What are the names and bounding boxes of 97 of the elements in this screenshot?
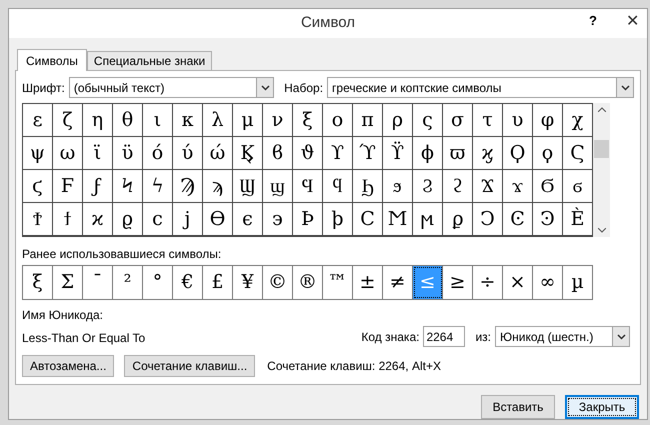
tab[interactable]: Символы	[17, 49, 87, 71]
symbol-cell[interactable]: ϗ	[473, 137, 503, 170]
symbol-cell[interactable]: Ϯ	[23, 203, 53, 236]
symbol-cell[interactable]: ϥ	[323, 170, 353, 203]
symbol-cell[interactable]: θ	[113, 104, 143, 137]
symbol-cell[interactable]: ϱ	[113, 203, 143, 236]
symbol-cell[interactable]: ϊ	[83, 137, 113, 170]
symbol-cell[interactable]: τ	[473, 104, 503, 137]
symbol-cell[interactable]: Ϥ	[293, 170, 323, 203]
symbol-cell[interactable]: ύ	[173, 137, 203, 170]
symbol-cell[interactable]: Ϙ	[503, 137, 533, 170]
symbol-cell[interactable]: ϐ	[263, 137, 293, 170]
symbol-cell[interactable]: ι	[143, 104, 173, 137]
symbol-cell[interactable]: ϵ	[233, 203, 263, 236]
symbol-cell[interactable]: ϡ	[203, 170, 233, 203]
scroll-up-icon[interactable]	[598, 107, 606, 112]
unicode-name: Less-Than Or Equal To	[22, 330, 146, 347]
from-label: из:	[475, 328, 491, 346]
tab[interactable]: Специальные знаки	[86, 51, 212, 70]
help-button[interactable]: ?	[589, 11, 597, 30]
symbol-cell[interactable]: ξ	[293, 104, 323, 137]
symbol-cell[interactable]: ϙ	[533, 137, 563, 170]
font-dropdown[interactable]: (обычный текст)	[68, 77, 274, 98]
close-button[interactable]: ✕	[626, 10, 639, 34]
symbol-cell[interactable]: Ϭ	[533, 170, 563, 203]
symbol-cell[interactable]: ρ	[383, 104, 413, 137]
symbol-cell[interactable]: Ϣ	[233, 170, 263, 203]
symbol-cell[interactable]: Ϩ	[413, 170, 443, 203]
symbol-cell[interactable]: Ϲ	[353, 203, 383, 236]
symbol-cell[interactable]: ζ	[53, 104, 83, 137]
scroll-down-icon[interactable]	[598, 228, 606, 233]
insert-button[interactable]: Вставить	[481, 395, 555, 419]
symbol-cell[interactable]: ϰ	[83, 203, 113, 236]
dialog-button[interactable]: Сочетание клавиш...	[124, 355, 256, 377]
symbol-cell[interactable]: φ	[533, 104, 563, 137]
symbol-cell[interactable]: Ϧ	[353, 170, 383, 203]
symbol-cell[interactable]: Ϡ	[173, 170, 203, 203]
dialog-button[interactable]: Автозамена...	[22, 355, 114, 377]
symbol-cell[interactable]: ω	[53, 137, 83, 170]
symbol-cell[interactable]: ϴ	[203, 203, 233, 236]
symbol-cell[interactable]: Ϝ	[53, 170, 83, 203]
window-title: Символ	[300, 13, 356, 34]
symbol-cell[interactable]: ώ	[203, 137, 233, 170]
symbol-cell[interactable]: ο	[323, 104, 353, 137]
symbol-cell[interactable]: Ϻ	[383, 203, 413, 236]
symbol-cell[interactable]: ϖ	[443, 137, 473, 170]
symbol-cell[interactable]: ϓ	[353, 137, 383, 170]
symbol-cell[interactable]: Ͻ	[473, 203, 503, 236]
symbol-cell[interactable]: Ͽ	[533, 203, 563, 236]
symbol-cell[interactable]: σ	[443, 104, 473, 137]
shortcut-text: Сочетание клавиш: 2264, Alt+X	[267, 358, 441, 375]
scroll-thumb[interactable]	[594, 140, 609, 158]
symbol-cell[interactable]: ϻ	[413, 203, 443, 236]
symbol-cell[interactable]: ϸ	[323, 203, 353, 236]
symbol-cell[interactable]: ϛ	[23, 170, 53, 203]
font-label: Шрифт:	[22, 80, 65, 96]
symbol-cell[interactable]: ϯ	[53, 203, 83, 236]
symbol-cell[interactable]: ϣ	[263, 170, 293, 203]
symbol-cell[interactable]: ό	[143, 137, 173, 170]
symbol-cell[interactable]: λ	[203, 104, 233, 137]
encoding-dropdown[interactable]: Юникод (шестн.)	[495, 326, 630, 347]
symbol-cell[interactable]: Ϟ	[113, 170, 143, 203]
symbol-cell[interactable]: Ϗ	[233, 137, 263, 170]
subset-label: Набор:	[284, 80, 324, 96]
close-dialog-button[interactable]: Закрыть	[565, 395, 639, 419]
symbol-cell[interactable]: ψ	[23, 137, 53, 170]
symbol-cell[interactable]: ϳ	[173, 203, 203, 236]
symbol-cell[interactable]: Ͼ	[503, 203, 533, 236]
unicode-name-label: Имя Юникода:	[22, 307, 104, 324]
symbol-cell[interactable]: η	[83, 104, 113, 137]
symbol-cell[interactable]: ϕ	[413, 137, 443, 170]
symbol-cell[interactable]: ν	[263, 104, 293, 137]
symbol-cell[interactable]: ϔ	[383, 137, 413, 170]
symbol-cell[interactable]: ϒ	[323, 137, 353, 170]
symbol-cell[interactable]: ς	[413, 104, 443, 137]
recent-label: Ранее использовавшиеся символы:	[22, 246, 222, 263]
char-code-label: Код знака:	[361, 328, 420, 346]
symbol-cell[interactable]: ϶	[263, 203, 293, 236]
scrollbar[interactable]	[593, 103, 610, 237]
symbol-cell[interactable]: ϼ	[443, 203, 473, 236]
symbol-cell[interactable]: ϲ	[143, 203, 173, 236]
symbol-cell[interactable]: Ϸ	[293, 203, 323, 236]
symbol-cell[interactable]: ϋ	[113, 137, 143, 170]
symbol-cell[interactable]: ϝ	[83, 170, 113, 203]
symbol-cell[interactable]: ϑ	[293, 137, 323, 170]
symbol-cell[interactable]: π	[353, 104, 383, 137]
symbol-cell[interactable]: μ	[233, 104, 263, 137]
symbol-cell[interactable]: ϩ	[443, 170, 473, 203]
symbol-cell[interactable]: υ	[503, 104, 533, 137]
symbol-cell[interactable]: ϟ	[143, 170, 173, 203]
subset-dropdown[interactable]: греческие и коптские символы	[327, 77, 634, 98]
symbol-cell[interactable]: ε	[23, 104, 53, 137]
char-code-field[interactable]: 2264	[423, 326, 466, 347]
symbol-cell[interactable]: ϫ	[503, 170, 533, 203]
symbol-cell[interactable]: ϧ	[383, 170, 413, 203]
symbol-cell[interactable]: κ	[173, 104, 203, 137]
symbol-cell[interactable]: Ϫ	[473, 170, 503, 203]
